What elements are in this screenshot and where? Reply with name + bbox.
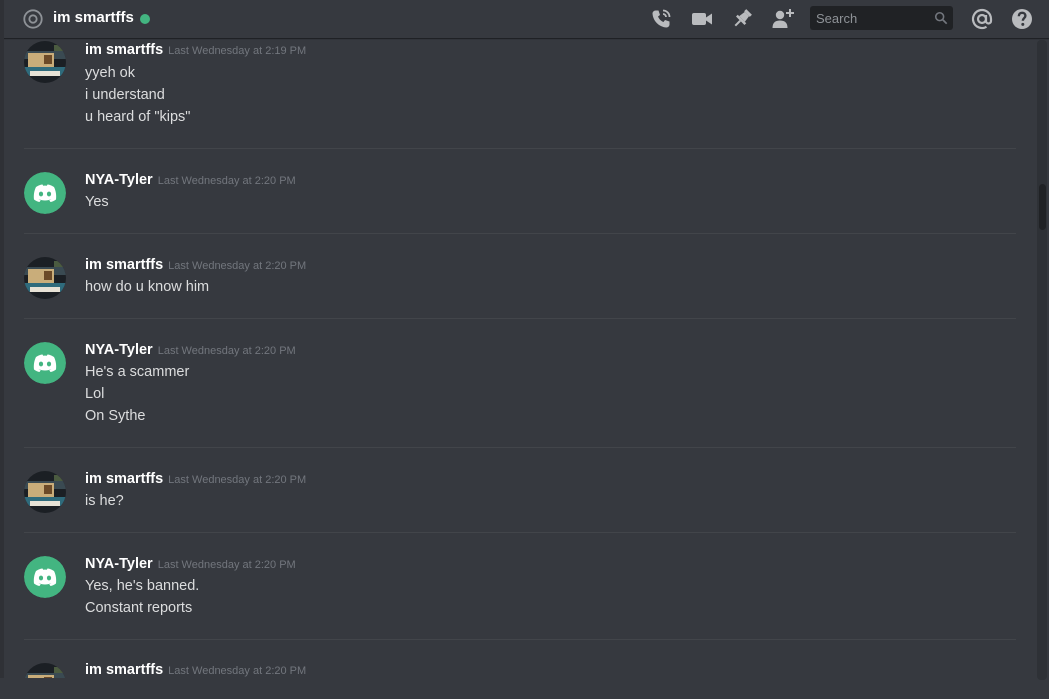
avatar[interactable]: [24, 172, 66, 214]
scrollbar-track[interactable]: [1037, 40, 1047, 680]
channel-header: im smartffs: [4, 0, 1049, 38]
avatar[interactable]: [24, 41, 66, 83]
message-divider: [24, 233, 1016, 234]
author-name[interactable]: im smartffs: [85, 257, 163, 273]
call-icon[interactable]: [649, 7, 673, 31]
author-name[interactable]: NYA-Tyler: [85, 556, 153, 572]
message-author[interactable]: NYA-Tyler Last Wednesday at 2:20 PM: [85, 556, 296, 572]
help-icon[interactable]: [1010, 7, 1034, 31]
message-text: Lol: [85, 386, 105, 402]
author-name[interactable]: im smartffs: [85, 662, 163, 678]
message-text: On Sythe: [85, 408, 146, 424]
message-timestamp: Last Wednesday at 2:20 PM: [157, 345, 296, 357]
bottom-area: [0, 678, 1049, 699]
message-text: u heard of "kips": [85, 109, 191, 125]
online-status-dot: [140, 14, 150, 24]
video-icon[interactable]: [690, 7, 714, 31]
message-divider: [24, 639, 1016, 640]
message-text: is he?: [85, 493, 124, 509]
message-divider: [24, 318, 1016, 319]
avatar[interactable]: [24, 556, 66, 598]
author-name[interactable]: NYA-Tyler: [85, 172, 153, 188]
message-text: i understand: [85, 87, 165, 103]
search-icon[interactable]: [934, 11, 948, 25]
message-author[interactable]: NYA-Tyler Last Wednesday at 2:20 PM: [85, 172, 296, 188]
discord-logo-icon: [24, 342, 66, 384]
message-text: yyeh ok: [85, 65, 135, 81]
message-text: Yes: [85, 194, 109, 210]
message-timestamp: Last Wednesday at 2:20 PM: [157, 559, 296, 571]
message-text: He's a scammer: [85, 364, 190, 380]
message-divider: [24, 148, 1016, 149]
channel-name: im smartffs: [53, 9, 134, 26]
discord-logo-icon: [24, 172, 66, 214]
pin-icon[interactable]: [730, 7, 754, 31]
message-text: Yes, he's banned.: [85, 578, 200, 594]
search-input[interactable]: [810, 6, 928, 30]
avatar[interactable]: [24, 471, 66, 513]
message-author[interactable]: NYA-Tyler Last Wednesday at 2:20 PM: [85, 342, 296, 358]
message-text: Constant reports: [85, 600, 193, 616]
avatar[interactable]: [24, 342, 66, 384]
message-author[interactable]: im smartffs Last Wednesday at 2:20 PM: [85, 471, 306, 487]
author-name[interactable]: NYA-Tyler: [85, 342, 153, 358]
message-author[interactable]: im smartffs Last Wednesday at 2:19 PM: [85, 42, 306, 58]
at-icon: [23, 9, 43, 29]
message-timestamp: Last Wednesday at 2:20 PM: [168, 260, 307, 272]
message-text: how do u know him: [85, 279, 210, 295]
message-list[interactable]: im smartffs Last Wednesday at 2:19 PM yye…: [4, 38, 1034, 678]
author-name[interactable]: im smartffs: [85, 471, 163, 487]
mentions-icon[interactable]: [970, 7, 994, 31]
message-divider: [24, 447, 1016, 448]
avatar[interactable]: [24, 663, 66, 678]
message-timestamp: Last Wednesday at 2:20 PM: [168, 474, 307, 486]
avatar[interactable]: [24, 257, 66, 299]
author-name[interactable]: im smartffs: [85, 42, 163, 58]
message-timestamp: Last Wednesday at 2:20 PM: [157, 175, 296, 187]
scrollbar-thumb[interactable]: [1039, 184, 1046, 230]
message-divider: [24, 532, 1016, 533]
discord-logo-icon: [24, 556, 66, 598]
add-friend-icon[interactable]: [771, 7, 795, 31]
search-box[interactable]: [810, 6, 953, 30]
message-timestamp: Last Wednesday at 2:20 PM: [168, 665, 307, 677]
message-timestamp: Last Wednesday at 2:19 PM: [168, 45, 307, 57]
message-author[interactable]: im smartffs Last Wednesday at 2:20 PM: [85, 662, 306, 678]
message-author[interactable]: im smartffs Last Wednesday at 2:20 PM: [85, 257, 306, 273]
